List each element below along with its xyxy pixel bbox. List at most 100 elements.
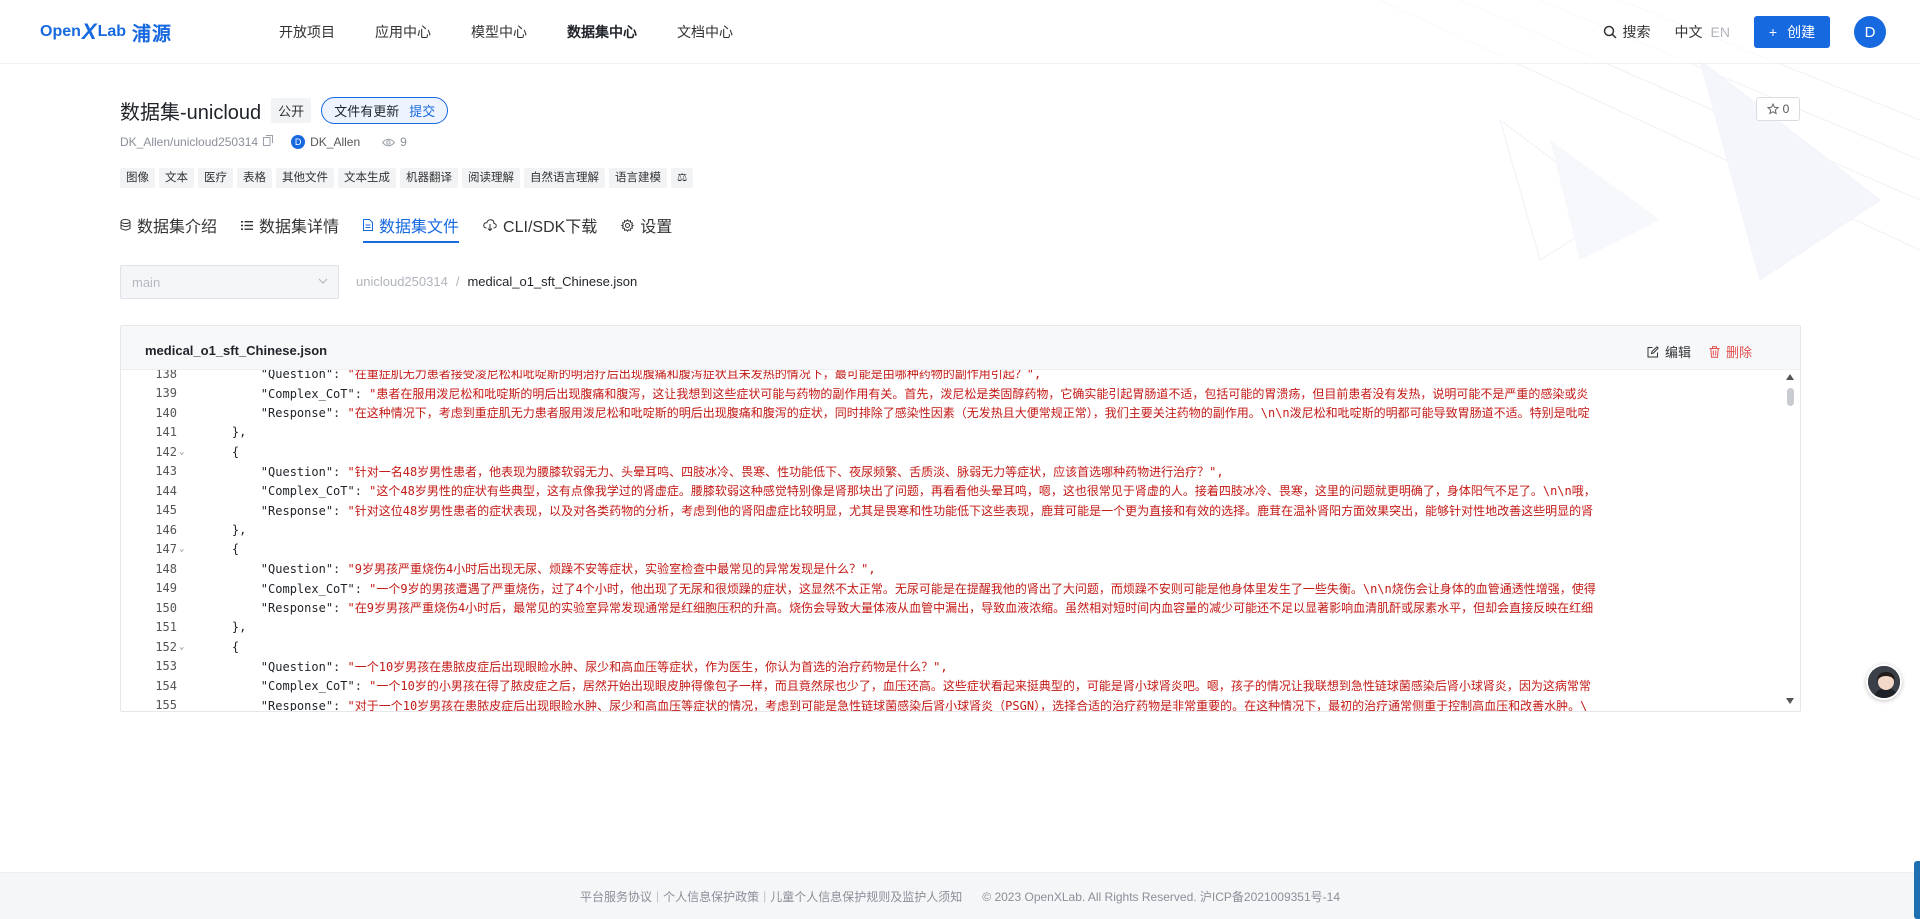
tab-dataset-files[interactable]: 数据集文件 [363,211,460,243]
owner-link[interactable]: D DK_Allen [291,135,360,149]
code-line: 155 "Response": "对于一个10岁男孩在患脓皮症后出现眼睑水肿、尿… [121,696,1782,712]
search-button[interactable]: 搜索 [1603,22,1651,42]
tag-text[interactable]: 文本 [159,168,194,188]
file-actions: 编辑 删除 [1629,342,1752,361]
breadcrumb-file: medical_o1_sft_Chinese.json [467,274,638,289]
chevron-down-icon [318,278,328,284]
footer-link-privacy-policy[interactable]: 个人信息保护政策 [663,888,759,905]
tab-dataset-intro[interactable]: 数据集介绍 [120,211,217,239]
scrollbar-thumb[interactable] [1787,388,1794,406]
lang-cn[interactable]: 中文 [1675,24,1703,40]
create-label: 创建 [1787,24,1816,40]
tab-settings[interactable]: 设置 [621,211,672,239]
code-line: 142 ⌄ { [121,442,1782,462]
star-button[interactable]: 0 [1756,97,1800,121]
user-avatar[interactable]: D [1854,16,1886,48]
line-number: 145 [155,503,177,518]
edit-button[interactable]: 编辑 [1647,342,1691,361]
tag-text-generation[interactable]: 文本生成 [338,168,396,188]
fold-chevron-icon[interactable]: ⌄ [179,544,191,554]
tab-dataset-details[interactable]: 数据集详情 [241,211,339,239]
tab-label: 数据集详情 [259,219,340,236]
assistant-avatar[interactable] [1866,664,1902,700]
star-icon [1766,103,1779,115]
footer: 平台服务协议 | 个人信息保护政策 | 儿童个人信息保护规则及监护人须知 © 2… [0,872,1920,919]
code-text: }, [203,523,246,537]
tag-medical[interactable]: 医疗 [198,168,233,188]
tab-label: 设置 [640,219,673,236]
code-text: "Question": "针对一名48岁男性患者，他表现为腰膝软弱无力、头晕耳鸣… [260,464,1224,479]
fold-chevron-icon[interactable]: ⌄ [179,642,191,652]
tag-table[interactable]: 表格 [237,168,272,188]
nav-app-center[interactable]: 应用中心 [375,22,431,42]
cloud-download-icon [483,219,497,231]
footer-link-children-privacy[interactable]: 儿童个人信息保护规则及监护人须知 [770,888,962,905]
nav-open-projects[interactable]: 开放项目 [279,22,335,42]
json-key: "Question" [260,370,334,382]
json-string-value: "一个9岁的男孩遭遇了严重烧伤，过了4个小时，他出现了无尿和很烦躁的症状，这显然… [369,581,1596,596]
json-key: "Question" [260,659,334,674]
json-key: "Response" [260,601,334,616]
owner-avatar: D [291,135,306,149]
code-line: 146 }, [121,520,1782,540]
code-line: 143 "Question": "针对一名48岁男性患者，他表现为腰膝软弱无力、… [121,462,1782,482]
footer-link-service-agreement[interactable]: 平台服务协议 [580,888,652,905]
license-scale-icon[interactable]: ⚖ [671,168,694,188]
file-viewer: medical_o1_sft_Chinese.json 编辑 删除 138 "Q… [120,325,1801,712]
tag-language-modeling[interactable]: 语言建模 [609,168,667,188]
json-string-value: "针对这位48岁男性患者的症状表现，以及对各类药物的分析，考虑到他的肾阳虚症比较… [347,503,1594,518]
line-number: 147 [155,542,177,557]
file-icon [363,219,374,231]
main-nav: 开放项目 应用中心 模型中心 数据集中心 文档中心 [279,22,773,42]
fold-chevron-icon[interactable]: ⌄ [179,447,191,457]
tag-reading-comprehension[interactable]: 阅读理解 [462,168,520,188]
line-number: 146 [155,522,177,537]
delete-button[interactable]: 删除 [1709,342,1752,361]
code-text: "Complex_CoT": "这个48岁男性的症状有些典型，这有点像我学过的肾… [260,484,1596,499]
tag-machine-translation[interactable]: 机器翻译 [400,168,458,188]
code-text: "Response": "在这种情况下，考虑到重症肌无力患者服用泼尼松和吡啶斯的… [260,406,1590,421]
json-string-value: "一个10岁男孩在患脓皮症后出现眼睑水肿、尿少和高血压等症状，作为医生，你认为首… [347,659,948,674]
json-brace: { [231,444,240,459]
code-line: 148 "Question": "9岁男孩严重烧伤4小时后出现无尿、烦躁不安等症… [121,559,1782,579]
nav-model-center[interactable]: 模型中心 [471,22,527,42]
create-button[interactable]: + 创建 [1754,16,1830,48]
scroll-down-icon[interactable] [1786,698,1794,704]
json-string-value: "对于一个10岁男孩在患脓皮症后出现眼睑水肿、尿少和高血压等症状的情况，考虑到可… [347,698,1588,712]
edit-label: 编辑 [1664,345,1691,360]
code-line: 145 "Response": "针对这位48岁男性患者的症状表现，以及对各类药… [121,501,1782,521]
line-number: 144 [155,483,177,498]
json-string-value: "患者在服用泼尼松和吡啶斯的明后出现腹痛和腹泻，这让我想到这些症状可能与药物的副… [369,386,1589,401]
copy-icon[interactable] [263,135,274,149]
line-number: 143 [155,464,177,479]
language-switch[interactable]: 中文 EN [1675,22,1730,42]
code-line: 150 "Response": "在9岁男孩严重烧伤4小时后，最常见的实验室异常… [121,598,1782,618]
nav-docs-center[interactable]: 文档中心 [677,22,733,42]
tag-other-files[interactable]: 其他文件 [276,168,334,188]
edit-icon [1647,345,1659,357]
breadcrumb-root[interactable]: unicloud250314 [356,274,448,289]
visibility-badge: 公开 [271,98,312,123]
code-text: "Response": "针对这位48岁男性患者的症状表现，以及对各类药物的分析… [260,503,1594,518]
code-content[interactable]: 138 "Question": "在重症肌无力患者接受凌尼松和吡啶斯的明治疗后出… [121,370,1782,712]
tab-label: 数据集文件 [379,219,460,236]
tag-nlu[interactable]: 自然语言理解 [524,168,605,188]
line-number: 139 [155,386,177,401]
code-text: "Question": "9岁男孩严重烧伤4小时后出现无尿、烦躁不安等症状，实验… [260,562,876,577]
line-number: 149 [155,581,177,596]
nav-dataset-center[interactable]: 数据集中心 [567,22,637,42]
tag-image[interactable]: 图像 [120,168,155,188]
list-icon [241,220,254,230]
json-key: "Response" [260,698,334,712]
submit-link[interactable]: 提交 [409,101,435,120]
branch-value: main [132,274,161,290]
tab-cli-sdk-download[interactable]: CLI/SDK下载 [483,211,597,239]
vertical-scrollbar[interactable] [1780,370,1800,711]
line-number: 154 [155,678,177,693]
branch-select[interactable]: main [120,265,339,299]
openxlab-logo[interactable]: Open X Lab 浦源 [40,19,172,45]
code-text: }, [203,425,246,439]
scroll-up-icon[interactable] [1786,374,1794,380]
lang-en[interactable]: EN [1711,24,1730,40]
json-string-value: "这个48岁男性的症状有些典型，这有点像我学过的肾虚症。腰膝软弱这种感觉特别像是… [369,484,1596,499]
